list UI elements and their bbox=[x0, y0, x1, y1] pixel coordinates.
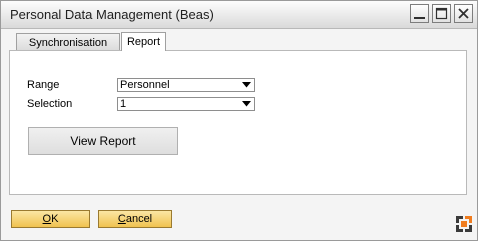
close-icon bbox=[458, 8, 469, 19]
minimize-icon bbox=[414, 17, 425, 19]
ok-button[interactable]: OK bbox=[11, 210, 90, 228]
window-title: Personal Data Management (Beas) bbox=[10, 7, 214, 22]
chevron-down-icon bbox=[242, 82, 251, 88]
ok-label-rest: K bbox=[51, 213, 59, 225]
range-value: Personnel bbox=[120, 79, 170, 91]
sap-logo-icon bbox=[456, 216, 472, 232]
range-select[interactable]: Personnel bbox=[117, 78, 255, 92]
report-panel bbox=[9, 50, 467, 195]
cancel-mnemonic: C bbox=[117, 213, 126, 225]
view-report-label: View Report bbox=[70, 134, 136, 148]
tab-synchronisation[interactable]: Synchronisation bbox=[16, 33, 120, 50]
selection-label: Selection bbox=[27, 98, 73, 110]
ok-mnemonic: O bbox=[42, 213, 52, 225]
minimize-button[interactable] bbox=[410, 4, 429, 23]
selection-value: 1 bbox=[120, 98, 127, 110]
maximize-button[interactable] bbox=[432, 4, 451, 23]
tab-report-label: Report bbox=[126, 36, 161, 48]
close-button[interactable] bbox=[454, 4, 473, 23]
tab-report[interactable]: Report bbox=[121, 32, 166, 51]
cancel-label-rest: ancel bbox=[125, 213, 153, 225]
range-label: Range bbox=[27, 79, 60, 91]
view-report-button[interactable]: View Report bbox=[28, 127, 178, 155]
selection-select[interactable]: 1 bbox=[117, 97, 255, 111]
maximize-icon bbox=[435, 7, 448, 20]
tab-synchronisation-label: Synchronisation bbox=[28, 37, 108, 49]
title-bar[interactable]: Personal Data Management (Beas) bbox=[1, 1, 477, 29]
chevron-down-icon bbox=[242, 101, 251, 107]
dialog-window: Personal Data Management (Beas) Synchron… bbox=[0, 0, 478, 241]
cancel-button[interactable]: Cancel bbox=[98, 210, 172, 228]
